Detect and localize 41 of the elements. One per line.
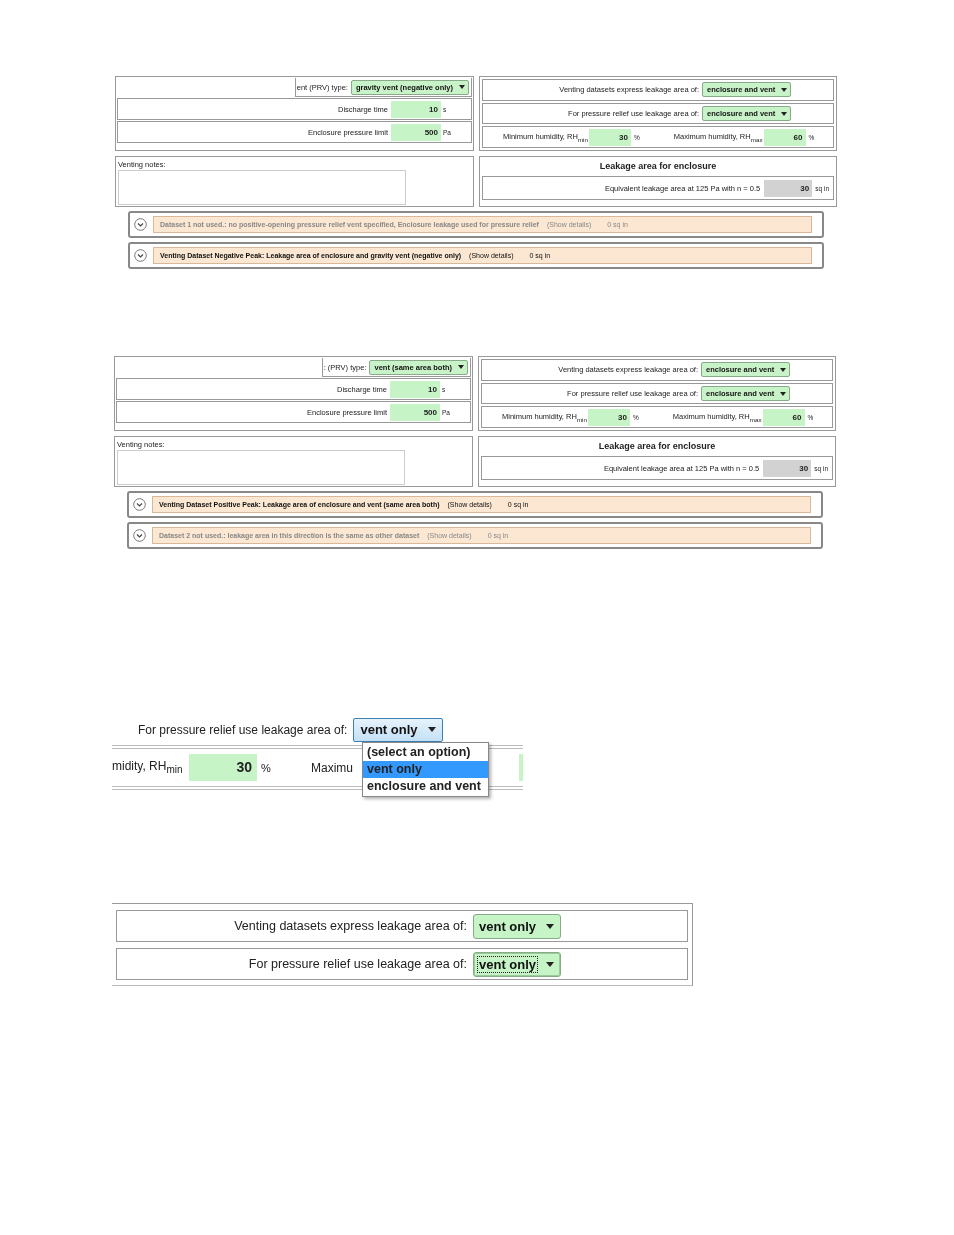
- notes-field[interactable]: [117, 450, 405, 485]
- field-label: For pressure relief use leakage area of:: [138, 722, 348, 737]
- number-field[interactable]: 60: [763, 128, 806, 146]
- relief-dropdown[interactable]: vent only: [353, 717, 443, 742]
- dropdown-option[interactable]: vent only: [363, 761, 488, 778]
- number-field[interactable]: 500: [391, 123, 441, 141]
- number-field[interactable]: 10: [391, 100, 441, 118]
- caret-icon: [427, 727, 436, 732]
- number-field[interactable]: 60: [762, 408, 805, 426]
- caret-icon: [458, 365, 464, 369]
- caret-icon: [781, 87, 788, 92]
- expand-icon[interactable]: [133, 498, 146, 511]
- leakage-dropdown[interactable]: vent only: [473, 913, 561, 939]
- field-label: Maximu: [311, 760, 353, 775]
- caret-icon: [781, 111, 788, 116]
- expand-icon[interactable]: [134, 218, 147, 231]
- unit-label: %: [261, 761, 272, 774]
- caret-icon: [546, 961, 554, 967]
- caret-icon: [780, 391, 787, 396]
- notes-field[interactable]: [118, 170, 406, 205]
- number-field[interactable]: 30: [189, 754, 257, 781]
- caret-icon: [780, 367, 787, 372]
- number-field[interactable]: 30: [587, 408, 630, 426]
- number-field[interactable]: 30: [588, 128, 631, 146]
- section-title: Leakage area for enclosure: [598, 161, 718, 171]
- readonly-field: 30: [763, 459, 812, 477]
- number-field[interactable]: [519, 754, 523, 781]
- caret-icon: [546, 923, 554, 929]
- dropdown-option[interactable]: (select an option): [363, 744, 488, 761]
- field-label: midity, RH$_{min}$: [112, 759, 184, 776]
- number-field[interactable]: 10: [390, 380, 440, 398]
- leakage-dropdown[interactable]: vent only: [473, 951, 561, 977]
- section-title: Leakage area for enclosure: [597, 441, 717, 451]
- expand-icon[interactable]: [134, 249, 147, 262]
- caret-icon: [459, 85, 465, 89]
- expand-icon[interactable]: [133, 529, 146, 542]
- readonly-field: 30: [764, 179, 813, 197]
- field-label: For pressure relief use leakage area of:: [248, 957, 467, 971]
- number-field[interactable]: 500: [390, 403, 440, 421]
- dropdown-option[interactable]: enclosure and vent: [363, 778, 488, 795]
- field-label: Venting datasets express leakage area of:: [234, 919, 467, 933]
